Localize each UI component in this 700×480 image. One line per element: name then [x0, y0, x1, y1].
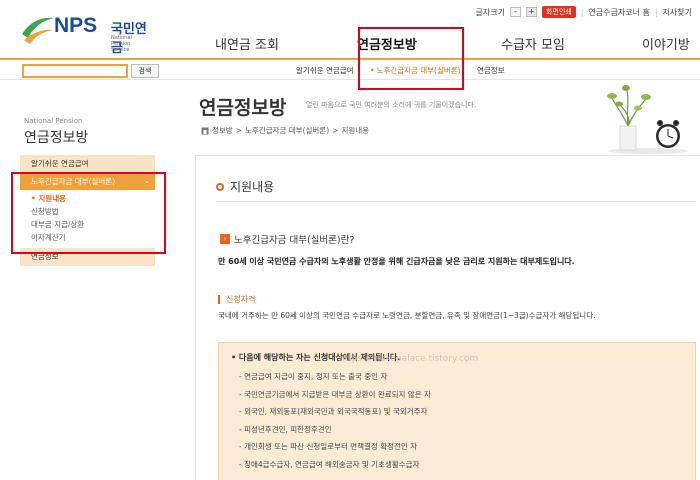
logo-text: NPS	[54, 14, 98, 37]
list-item: 피성년후견인, 피한정후견인	[239, 421, 431, 439]
label-bar-icon	[218, 295, 220, 304]
nav-recipient-group[interactable]: 수급자 모임	[501, 34, 565, 53]
page-header: 연금정보방 열린 마음으로 국민 여러분의 소리에 귀를 기울이겠습니다. 정보…	[195, 80, 700, 155]
page-description: 열린 마음으로 국민 여러분의 소리에 귀를 기울이겠습니다.	[306, 101, 477, 109]
nav-story-room[interactable]: 이야기방	[642, 34, 690, 53]
logo-english: National Pension Service	[111, 35, 132, 53]
list-item: 개인회생 또는 파산 신청일로부터 면책결정 확정전인 자	[239, 438, 431, 456]
list-item: 장애4급수급자, 연금급여 해외송금자 및 기초생활수급자	[239, 456, 431, 474]
subnav-easy-benefits[interactable]: 알기쉬운 연금급여	[296, 65, 354, 76]
search-button[interactable]: 검색	[131, 64, 159, 78]
breadcrumb: 정보방 > 노후긴급자금 대부(실버론) > 지원내용	[201, 125, 369, 136]
utility-bar: 글자크기 - + 화면인쇄 | 연금수급자코너 홈 | 지사찾기	[475, 6, 692, 18]
sidebar-item-easy-benefits[interactable]: 알기쉬운 연금급여	[20, 155, 155, 173]
zoom-out-button[interactable]: -	[509, 7, 521, 17]
lead-text: 만 60세 이상 국민연금 수급자의 노후생활 안정을 위해 긴급자금을 낮은 …	[218, 257, 575, 266]
page-title: 연금정보방	[199, 97, 287, 119]
zoom-in-button[interactable]: +	[525, 7, 537, 17]
util-divider: |	[654, 7, 658, 17]
highlight-box-sidebar	[11, 172, 166, 254]
breadcrumb-current: 지원내용	[341, 126, 370, 135]
breadcrumb-sep: >	[332, 126, 339, 135]
watermark: https://makepalace.tistory.com	[339, 354, 479, 364]
print-button[interactable]: 화면인쇄	[541, 6, 576, 18]
site-header: NPS 국민연금 National Pension Service 글자크기 -…	[0, 0, 700, 58]
section-title: 지원내용	[216, 178, 274, 195]
sidebar-title: 연금정보방	[24, 130, 89, 146]
list-item: 연금급여 지급이 중지, 정지 또는 출국 중인 자	[239, 368, 431, 386]
section-divider	[216, 201, 696, 202]
nav-my-pension[interactable]: 내연금 조회	[215, 34, 279, 53]
sidebar-title-en: National Pension	[24, 117, 83, 125]
text-size-label: 글자크기	[475, 7, 505, 17]
subnav-pension-info[interactable]: 연금정보	[477, 65, 505, 76]
ring-bullet-icon	[216, 182, 224, 191]
nps-logo[interactable]: NPS 국민연금 National Pension Service	[20, 12, 150, 56]
util-divider: |	[580, 7, 584, 17]
list-item: 국민연금기금에서 지급받은 대부금 상환이 완료되지 않은 자	[239, 386, 431, 404]
exclusion-list: 연금급여 지급이 중지, 정지 또는 출국 중인 자 국민연금기금에서 지급받은…	[239, 368, 431, 473]
qualification-label-text: 신청자격	[226, 295, 256, 304]
home-icon[interactable]	[201, 127, 209, 135]
question-title: › 노후긴급자금 대부(실버론)란?	[220, 232, 354, 246]
list-item: 외국인, 재외동포(재외국민과 외국국적동포) 및 국외거주자	[239, 403, 431, 421]
plant-clock-illustration	[607, 85, 688, 154]
recipient-corner-link[interactable]: 연금수급자코너 홈	[588, 7, 649, 18]
nps-swoosh-icon	[22, 17, 54, 44]
breadcrumb-item[interactable]: 정보방	[212, 125, 233, 136]
main-content: 지원내용 › 노후긴급자금 대부(실버론)란? 만 60세 이상 국민연금 수급…	[195, 155, 700, 480]
section-title-text: 지원내용	[230, 180, 275, 194]
search-input[interactable]	[22, 64, 128, 78]
breadcrumb-sep: >	[235, 126, 242, 135]
arrow-box-icon: ›	[220, 234, 230, 244]
qualification-text: 국내에 거주하는 만 60세 이상의 국민연금 수급자로 노령연금, 분할연금,…	[218, 311, 596, 320]
sub-nav-bar: 검색 알기쉬운 연금급여 • 노후긴급자금 대부(실버론) 연금정보	[0, 58, 700, 80]
breadcrumb-item[interactable]: 노후긴급자금 대부(실버론)	[245, 125, 329, 136]
branch-finder-link[interactable]: 지사찾기	[663, 7, 692, 18]
exclusion-box: • 다음에 해당하는 자는 신청대상에서 제외됩니다. https://make…	[218, 342, 696, 480]
question-title-text: 노후긴급자금 대부(실버론)란?	[234, 235, 355, 246]
qualification-label: 신청자격	[218, 294, 255, 305]
